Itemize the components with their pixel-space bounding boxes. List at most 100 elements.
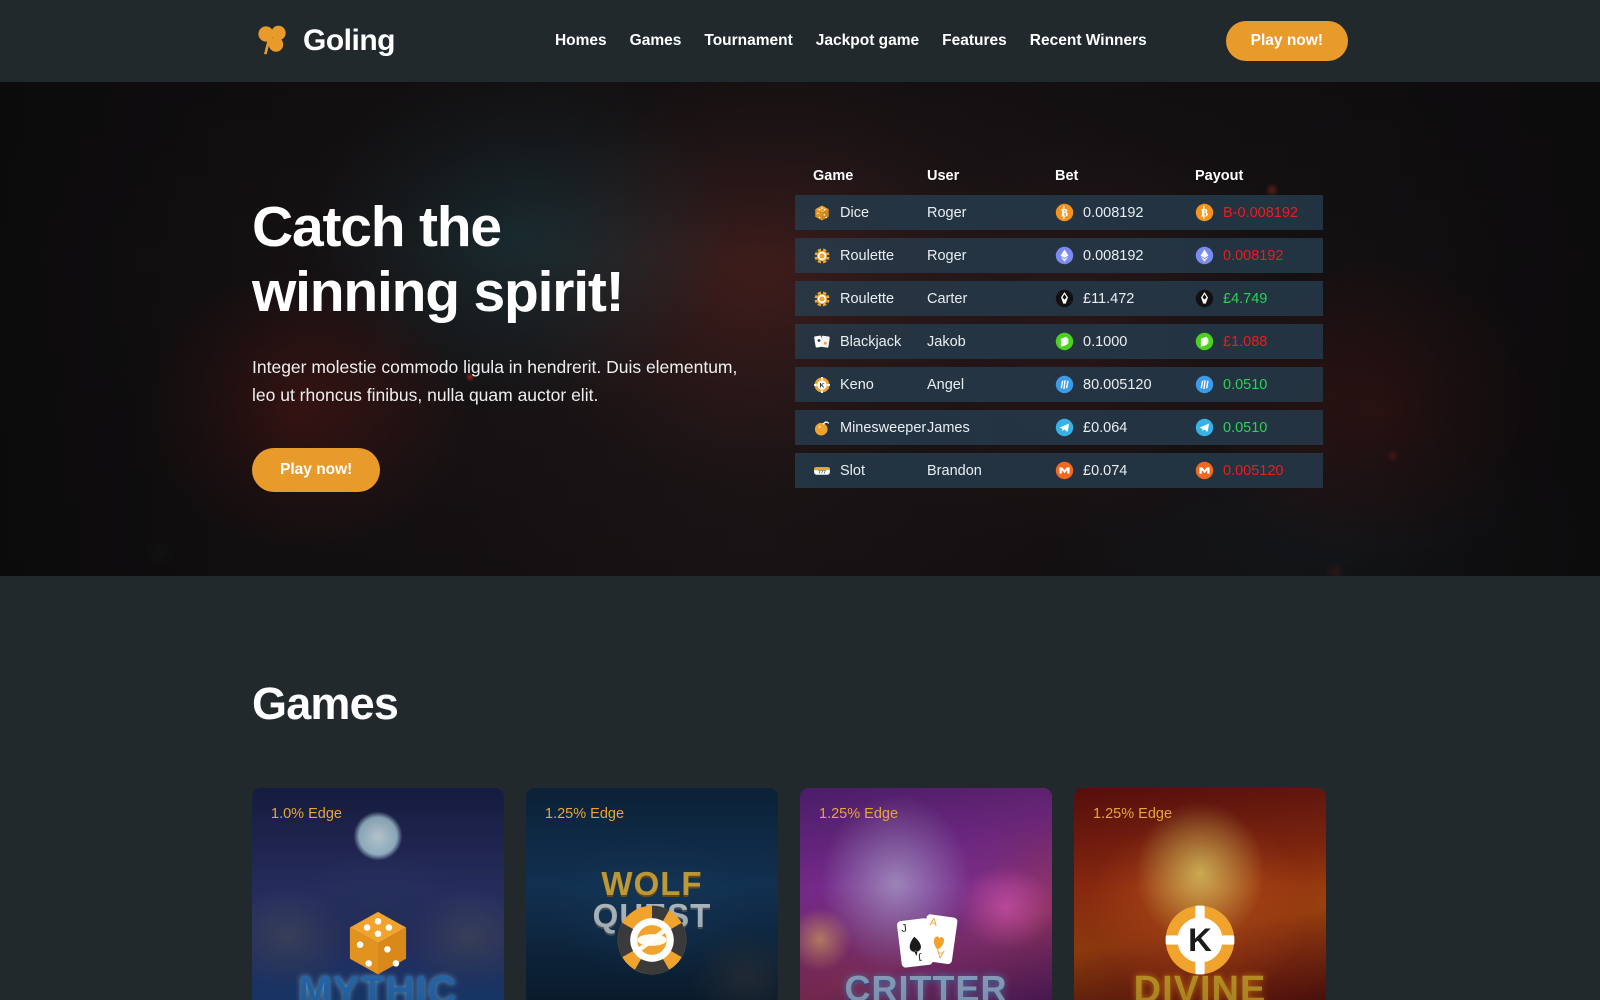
bet-cell-amount: 80.005120 [1055, 375, 1195, 394]
bet-game-name: Blackjack [840, 333, 902, 350]
bitcoin-icon: B [1055, 203, 1074, 222]
bet-cell-game: Dice [813, 204, 927, 222]
recent-bets-table: Game User Bet Payout Dice Roger B 0.008192 B… [795, 168, 1323, 496]
bet-cell-game: Minesweeper [813, 419, 927, 437]
column-header-game: Game [813, 168, 854, 184]
eos-icon [1055, 289, 1074, 308]
bet-row[interactable]: Roulette Carter £11.472 £4.749 [795, 281, 1323, 316]
bet-game-name: Minesweeper [840, 419, 927, 436]
bet-cell-user: Brandon [927, 463, 1055, 479]
bet-cell-payout: 0.008192 [1195, 246, 1305, 265]
column-header-bet: Bet [1055, 168, 1079, 184]
bet-payout-amount: £1.088 [1223, 333, 1268, 350]
bet-user-name: Angel [927, 376, 965, 393]
nav-item-tournament[interactable]: Tournament [704, 32, 792, 50]
bet-cell-user: Roger [927, 205, 1055, 221]
keno-chip-badge-icon: K [1165, 905, 1235, 975]
bet-amount: £11.472 [1083, 290, 1135, 307]
bet-row[interactable]: 777 Slot Brandon £0.074 0.005120 [795, 453, 1323, 488]
hero-play-now-button[interactable]: Play now! [252, 447, 381, 492]
game-card-edge-label: 1.25% Edge [545, 806, 625, 822]
bet-cell-user: Angel [927, 377, 1055, 393]
main-nav: Homes Games Tournament Jackpot game Feat… [555, 32, 1147, 50]
bet-row[interactable]: Dice Roger B 0.008192 B B-0.008192 [795, 195, 1323, 230]
games-card-list: MYTHIC 1.0% Edge WOLF QUEST [252, 788, 1348, 1000]
bet-cell-game: Roulette [813, 247, 927, 265]
bet-cell-amount: B 0.008192 [1055, 203, 1195, 222]
monero-icon [1055, 461, 1074, 480]
bet-game-name: Dice [840, 204, 870, 221]
telegram-icon [1055, 418, 1074, 437]
bet-cell-payout: B B-0.008192 [1195, 203, 1305, 222]
bet-user-name: James [927, 419, 970, 436]
game-card-wolf-quest[interactable]: WOLF QUEST 1.25% Edge [526, 788, 778, 1000]
nav-item-jackpot-game[interactable]: Jackpot game [816, 32, 919, 50]
bet-cell-payout: £4.749 [1195, 289, 1305, 308]
bet-cell-user: Jakob [927, 334, 1055, 350]
bet-user-name: Roger [927, 204, 967, 221]
brand-name: Goling [303, 24, 395, 57]
bet-cell-user: Roger [927, 248, 1055, 264]
waves-icon [1195, 375, 1214, 394]
bet-user-name: Roger [927, 247, 967, 264]
bet-amount: 0.1000 [1083, 333, 1128, 350]
hero-title-line-1: Catch the [252, 195, 502, 259]
bet-payout-amount: B-0.008192 [1223, 204, 1298, 221]
bet-cell-amount: £11.472 [1055, 289, 1195, 308]
bet-cell-payout: 0.0510 [1195, 418, 1305, 437]
game-card-mythic[interactable]: MYTHIC 1.0% Edge [252, 788, 504, 1000]
playing-cards-badge-icon: J J A A [896, 914, 958, 968]
game-card-divine[interactable]: DIVINE 1.25% Edge K [1074, 788, 1326, 1000]
hero-title: Catch the winning spirit! [252, 195, 772, 325]
nav-item-features[interactable]: Features [942, 32, 1007, 50]
bet-game-name: Roulette [840, 247, 895, 264]
bet-user-name: Jakob [927, 333, 966, 350]
bet-row[interactable]: K Keno Angel 80.005120 0.0510 [795, 367, 1323, 402]
game-card-critter[interactable]: CRITTER 1.25% Edge J J A A [800, 788, 1052, 1000]
svg-text:B: B [1201, 207, 1209, 219]
ethereum-icon [1055, 246, 1074, 265]
bet-cell-user: Carter [927, 291, 1055, 307]
svg-text:B: B [1061, 207, 1069, 219]
bet-cell-game: Blackjack [813, 333, 927, 351]
nav-item-games[interactable]: Games [630, 32, 682, 50]
bet-amount: 0.008192 [1083, 204, 1144, 221]
bet-cell-amount: 0.1000 [1055, 332, 1195, 351]
header-play-now-button[interactable]: Play now! [1225, 21, 1348, 61]
site-header: Goling Homes Games Tournament Jackpot ga… [0, 0, 1600, 82]
ethereum-icon [1195, 246, 1214, 265]
bet-cell-game: K Keno [813, 376, 927, 394]
bitcoin-icon: B [1195, 203, 1214, 222]
svg-text:777: 777 [818, 469, 826, 474]
bet-cell-payout: £1.088 [1195, 332, 1305, 351]
hero-title-line-2: winning spirit! [252, 259, 625, 324]
bet-amount: 80.005120 [1083, 376, 1152, 393]
bet-cell-payout: 0.005120 [1195, 461, 1305, 480]
hero-paragraph: Integer molestie commodo ligula in hendr… [252, 356, 738, 406]
bet-payout-amount: 0.0510 [1223, 419, 1268, 436]
bet-payout-amount: £4.749 [1223, 290, 1268, 307]
bet-cell-game: 777 Slot [813, 462, 927, 480]
bet-user-name: Brandon [927, 462, 982, 479]
eos-icon [1195, 289, 1214, 308]
dice-badge-icon [349, 911, 407, 975]
bet-amount: £0.064 [1083, 419, 1128, 436]
clover-icon [258, 25, 286, 55]
neo-icon [1195, 332, 1214, 351]
bet-cell-payout: 0.0510 [1195, 375, 1305, 394]
games-section: Games MYTHIC 1.0% Edge WOLF Q [0, 576, 1600, 1000]
brand-logo-group[interactable]: Goling [252, 21, 395, 61]
games-section-title: Games [252, 678, 399, 729]
bet-payout-amount: 0.0510 [1223, 376, 1268, 393]
svg-text:K: K [1188, 921, 1212, 958]
bet-row[interactable]: Blackjack Jakob 0.1000 £1.088 [795, 324, 1323, 359]
bet-row[interactable]: Roulette Roger 0.008192 0.008192 [795, 238, 1323, 273]
bets-table-body: Dice Roger B 0.008192 B B-0.008192 Roulette Rog… [795, 195, 1323, 488]
nav-item-homes[interactable]: Homes [555, 32, 607, 50]
nav-item-recent-winners[interactable]: Recent Winners [1030, 32, 1147, 50]
game-card-edge-label: 1.0% Edge [271, 806, 342, 822]
bet-game-name: Roulette [840, 290, 895, 307]
bet-game-name: Keno [840, 376, 874, 393]
dice-icon [815, 205, 829, 220]
bet-row[interactable]: Minesweeper James £0.064 0.0510 [795, 410, 1323, 445]
